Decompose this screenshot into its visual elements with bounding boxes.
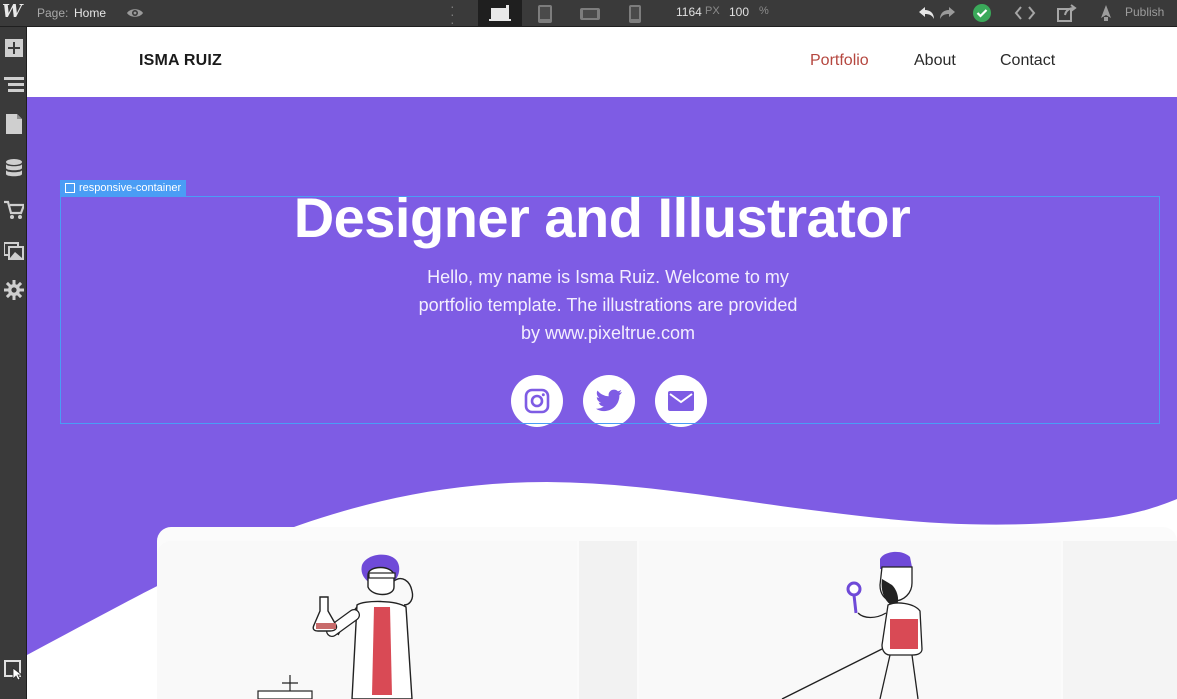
card-gap-1 (579, 541, 637, 699)
settings-icon[interactable] (0, 277, 27, 303)
preview-eye-icon[interactable] (126, 4, 144, 22)
mobile-portrait-icon (629, 4, 641, 23)
explorer-illustration (781, 551, 923, 699)
left-toolbar (0, 27, 27, 699)
nav-link-portfolio[interactable]: Portfolio (810, 52, 869, 70)
site-navbar: ISMA RUIZ Portfolio About Contact (27, 27, 1177, 97)
canvas-width-unit: PX (705, 5, 720, 17)
nav-link-contact[interactable]: Contact (1000, 52, 1055, 70)
more-options-icon[interactable]: · · · (450, 0, 460, 29)
breakpoint-tablet[interactable] (523, 0, 567, 27)
breakpoint-mobile-landscape[interactable] (568, 0, 612, 27)
status-check-icon[interactable] (971, 2, 993, 24)
element-selection-badge[interactable]: responsive-container (60, 180, 187, 196)
ecommerce-icon[interactable] (0, 197, 27, 223)
mobile-landscape-icon (580, 7, 600, 20)
desktop-icon (489, 4, 511, 21)
site-brand[interactable]: ISMA RUIZ (139, 52, 222, 70)
undo-icon[interactable] (916, 2, 938, 24)
designer-toolbar: W Page: Home · · · 1164 PX 100 % Publish (0, 0, 1177, 29)
element-selection-label: responsive-container (79, 182, 182, 194)
webflow-logo[interactable]: W (2, 2, 22, 22)
tablet-icon (538, 4, 552, 23)
responsive-container-outline[interactable] (60, 196, 1160, 424)
page-label: Page: (37, 6, 69, 20)
page-selector[interactable]: Home (74, 6, 106, 20)
canvas-width-value[interactable]: 1164 (676, 5, 702, 19)
share-icon[interactable] (1056, 2, 1078, 24)
publish-button[interactable]: Publish (1125, 5, 1164, 19)
zoom-unit: % (759, 5, 769, 17)
select-tool-icon[interactable] (0, 657, 27, 683)
pages-icon[interactable] (0, 111, 27, 137)
publish-rocket-icon (1095, 2, 1117, 24)
redo-icon[interactable] (936, 2, 958, 24)
designer-canvas[interactable]: ISMA RUIZ Portfolio About Contact Design… (27, 27, 1177, 699)
navigator-icon[interactable] (0, 72, 27, 98)
zoom-value[interactable]: 100 (729, 5, 749, 19)
portfolio-card-3[interactable] (1063, 541, 1177, 699)
nav-link-about[interactable]: About (914, 52, 956, 70)
assets-icon[interactable] (0, 238, 27, 264)
scientist-illustration (257, 554, 414, 699)
cms-icon[interactable] (0, 155, 27, 181)
code-export-icon[interactable] (1014, 2, 1036, 24)
add-panel-icon[interactable] (0, 35, 27, 61)
element-box-icon (65, 183, 75, 193)
breakpoint-desktop[interactable] (478, 0, 522, 27)
breakpoint-mobile-portrait[interactable] (613, 0, 657, 27)
